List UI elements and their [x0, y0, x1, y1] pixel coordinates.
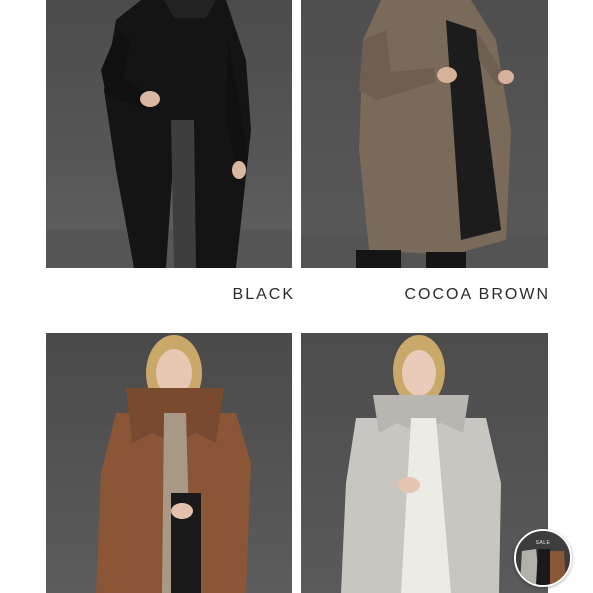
product-photo-camel[interactable]: [46, 333, 292, 593]
avatar-badge[interactable]: SALE: [514, 529, 572, 587]
product-photo-light-grey[interactable]: [301, 333, 548, 593]
color-label-cocoa-brown: COCOA BROWN: [404, 286, 550, 303]
badge-label: SALE: [535, 540, 551, 546]
model-black-coat-image: [46, 0, 292, 268]
product-photo-black[interactable]: [46, 0, 292, 268]
model-grey-coat-image: [301, 333, 548, 593]
model-cocoa-brown-coat-image: [301, 0, 548, 268]
color-label-black: BLACK: [232, 286, 295, 303]
product-photo-cocoa-brown[interactable]: [301, 0, 548, 268]
model-camel-coat-image: [46, 333, 292, 593]
